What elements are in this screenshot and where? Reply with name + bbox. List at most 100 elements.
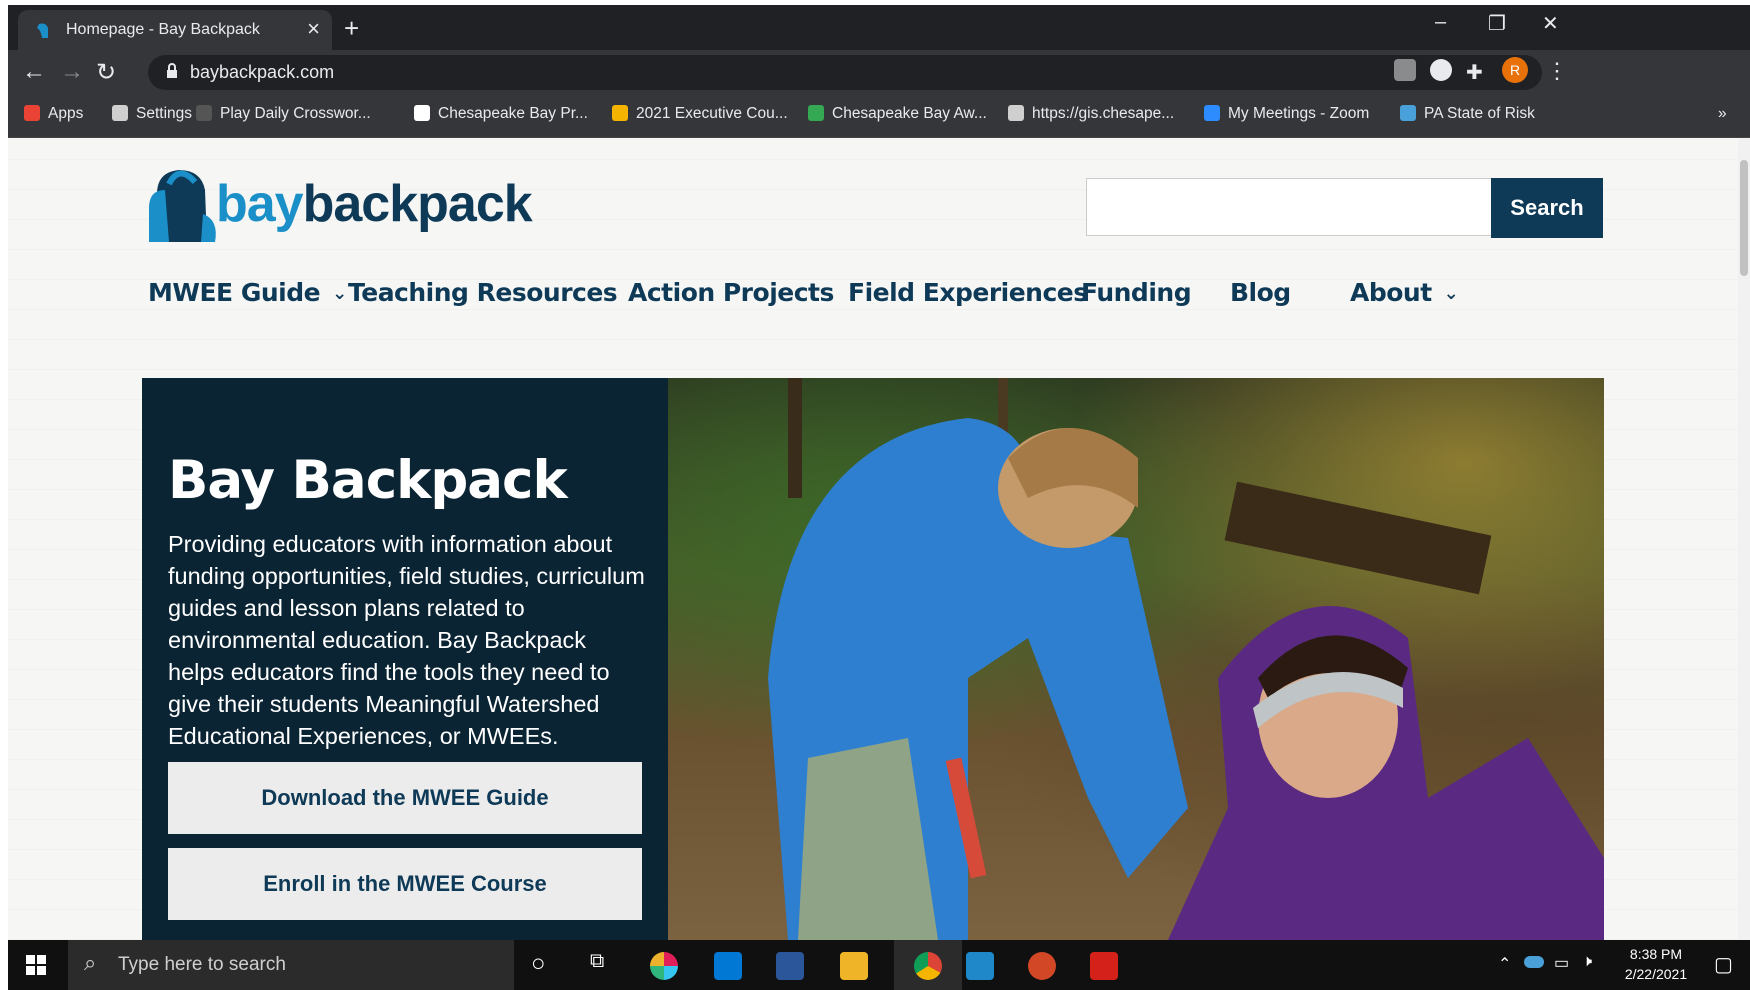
bookmark-item[interactable]: Apps <box>24 105 83 123</box>
bookmark-item[interactable]: Chesapeake Bay Pr... <box>414 105 588 123</box>
bookmark-label: Chesapeake Bay Pr... <box>438 105 588 122</box>
taskbar-search-placeholder: Type here to search <box>118 954 286 975</box>
forward-icon[interactable]: → <box>60 58 84 86</box>
bookmark-favicon-icon <box>112 105 128 121</box>
scrollbar-thumb[interactable] <box>1740 160 1748 276</box>
extension-icon[interactable] <box>1394 59 1416 81</box>
onedrive-icon[interactable] <box>1524 956 1544 968</box>
bookmark-item[interactable]: PA State of Risk <box>1400 105 1535 123</box>
file-explorer-icon[interactable] <box>840 952 868 980</box>
site-logo[interactable]: baybackpack <box>143 164 533 253</box>
bookmark-item[interactable]: Settings <box>112 105 192 123</box>
back-icon[interactable]: ← <box>22 58 46 86</box>
bookmark-label: PA State of Risk <box>1424 105 1535 122</box>
nav-item[interactable]: Field Experiences <box>848 278 1088 307</box>
bookmark-item[interactable]: 2021 Executive Cou... <box>612 105 788 123</box>
windows-start-icon[interactable] <box>26 955 46 975</box>
nav-item-label: Funding <box>1081 278 1192 307</box>
network-icon[interactable]: ▭ <box>1554 953 1569 973</box>
logo-text-bay: bay <box>216 175 304 233</box>
window-close-icon[interactable]: ✕ <box>1542 11 1559 36</box>
hero-description: Providing educators with information abo… <box>168 531 645 749</box>
nav-item[interactable]: Teaching Resources <box>348 278 618 307</box>
nav-item[interactable]: Blog <box>1230 278 1291 307</box>
page-scrollbar[interactable] <box>1738 138 1750 940</box>
nav-item-label: About <box>1350 278 1432 307</box>
url-text: baybackpack.com <box>190 62 335 82</box>
bookmark-favicon-icon <box>612 105 628 121</box>
nav-item[interactable]: MWEE Guide ⌄ <box>148 278 347 307</box>
site-search-input[interactable] <box>1086 178 1498 236</box>
hero-photo <box>668 378 1604 940</box>
tab-title: Homepage - Bay Backpack <box>66 21 260 38</box>
nav-item-label: Action Projects <box>628 278 834 307</box>
cortana-icon[interactable]: ○ <box>531 950 546 978</box>
bookmarks-bar: Apps Settings Play Daily Crosswor... Chesap… <box>8 95 1750 138</box>
task-view-icon[interactable]: ⧉ <box>590 950 604 973</box>
bookmark-item[interactable]: https://gis.chesape... <box>1008 105 1174 123</box>
bookmark-favicon-icon <box>414 105 430 121</box>
bookmark-item[interactable]: My Meetings - Zoom <box>1204 105 1369 123</box>
chrome-taskbar-active[interactable] <box>894 940 962 990</box>
bookmark-label: Settings <box>136 105 193 122</box>
bookmark-favicon-icon <box>1400 105 1416 121</box>
address-bar[interactable]: baybackpack.com ☆ <box>148 55 1542 90</box>
bookmark-label: My Meetings - Zoom <box>1228 105 1370 122</box>
bookmark-favicon-icon <box>196 105 212 121</box>
hero-section: Bay Backpack Providing educators with in… <box>142 378 1604 940</box>
nx-icon[interactable] <box>966 952 994 980</box>
web-page: baybackpack Search MWEE Guide ⌄ Teaching R… <box>8 138 1738 940</box>
powerpoint-icon[interactable] <box>1028 952 1056 980</box>
hero-title: Bay Backpack <box>168 450 568 511</box>
bookmark-item[interactable]: Play Daily Crosswor... <box>196 105 371 123</box>
clock-date: 2/22/2021 <box>1624 966 1688 982</box>
new-tab-button[interactable]: + <box>344 13 359 44</box>
chrome-icon <box>914 952 942 980</box>
clock-time: 8:38 PM <box>1629 946 1683 962</box>
bookmark-label: 2021 Executive Cou... <box>636 105 788 122</box>
nav-item[interactable]: Funding <box>1081 278 1192 307</box>
bookmark-label: Apps <box>48 105 84 122</box>
extension-record-icon[interactable] <box>1430 59 1452 81</box>
hero-text-panel: Bay Backpack Providing educators with in… <box>142 378 668 940</box>
nav-item-label: Blog <box>1230 278 1291 307</box>
bookmark-favicon-icon <box>1008 105 1024 121</box>
extensions-puzzle-icon[interactable]: ✚ <box>1466 60 1483 85</box>
notifications-icon[interactable]: ▢ <box>1714 952 1733 977</box>
nav-item-label: MWEE Guide <box>148 278 321 307</box>
download-mwee-guide-button[interactable]: Download the MWEE Guide <box>168 762 642 834</box>
bookmark-favicon-icon <box>24 105 40 121</box>
nav-item-label: Field Experiences <box>848 278 1088 307</box>
outlook-icon[interactable] <box>714 952 742 980</box>
profile-avatar[interactable]: R <box>1502 57 1528 83</box>
search-icon: ⌕ <box>84 950 97 975</box>
tab-close-icon[interactable]: × <box>307 16 320 42</box>
bookmark-label: https://gis.chesape... <box>1032 105 1175 122</box>
search-button[interactable]: Search <box>1491 178 1603 238</box>
word-icon[interactable] <box>776 952 804 980</box>
reload-icon[interactable]: ↻ <box>96 58 116 87</box>
nav-item[interactable]: About ⌄ <box>1350 278 1459 307</box>
minimize-icon[interactable]: – <box>1435 11 1446 34</box>
lock-icon <box>167 63 177 78</box>
chevron-down-icon: ⌄ <box>1443 283 1459 304</box>
screen: Homepage - Bay Backpack × + – ❐ ✕ ← → ↻ … <box>0 0 1750 990</box>
taskbar-search[interactable]: ⌕ Type here to search <box>68 940 514 990</box>
browser-tab-bar: Homepage - Bay Backpack × + – ❐ ✕ <box>8 5 1750 50</box>
site-favicon-icon <box>37 23 48 38</box>
enroll-mwee-course-button[interactable]: Enroll in the MWEE Course <box>168 848 642 920</box>
bookmark-label: Chesapeake Bay Aw... <box>832 105 987 122</box>
acrobat-icon[interactable] <box>1090 952 1118 980</box>
slack-icon[interactable] <box>650 952 678 980</box>
bookmarks-overflow-icon[interactable]: » <box>1718 105 1727 123</box>
browser-tab[interactable]: Homepage - Bay Backpack × <box>18 10 332 50</box>
windows-taskbar: ⌕ Type here to search ○ ⧉ ⌃ ▭ 🕨 8:38 PM … <box>8 940 1750 990</box>
field-study-illustration <box>768 378 1604 940</box>
tray-chevron-icon[interactable]: ⌃ <box>1498 954 1511 974</box>
restore-icon[interactable]: ❐ <box>1488 11 1506 36</box>
bookmark-item[interactable]: Chesapeake Bay Aw... <box>808 105 987 123</box>
nav-item[interactable]: Action Projects <box>628 278 834 307</box>
menu-icon[interactable]: ⋮ <box>1546 58 1568 84</box>
clock[interactable]: 8:38 PM 2/22/2021 <box>1608 944 1704 984</box>
volume-icon[interactable]: 🕨 <box>1582 953 1592 971</box>
